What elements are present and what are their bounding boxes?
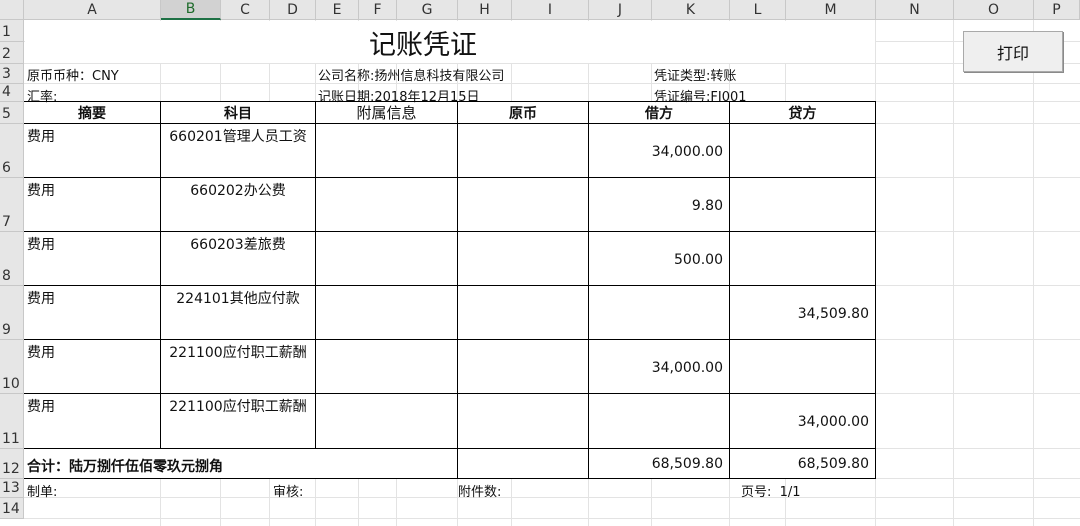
row-header-11[interactable]: 11 xyxy=(0,394,24,449)
header-account: 科目 xyxy=(224,105,252,122)
row1-account[interactable]: 660201管理人员工资 xyxy=(161,126,315,146)
row-header-7[interactable]: 7 xyxy=(0,178,24,232)
attachment-count-label: 附件数: xyxy=(458,485,502,500)
row6-account[interactable]: 221100应付职工薪酬 xyxy=(161,396,315,416)
row-header-13[interactable]: 13 xyxy=(0,479,24,498)
table-border xyxy=(457,101,458,479)
total-label[interactable]: 合计：陆万捌仟伍佰零玖元捌角 xyxy=(27,456,223,476)
row2-summary[interactable]: 费用 xyxy=(27,180,55,200)
row1-debit[interactable]: 34,000.00 xyxy=(589,144,723,160)
header-debit: 借方 xyxy=(645,105,673,122)
row-header-5[interactable]: 5 xyxy=(0,102,24,124)
currency-label: 原币币种：CNY xyxy=(27,69,119,84)
table-border xyxy=(315,101,316,449)
table-border xyxy=(875,101,876,479)
column-header-h[interactable]: H xyxy=(458,0,512,20)
header-summary: 摘要 xyxy=(78,105,106,122)
page-number: 页号: 1/1 xyxy=(741,485,801,500)
row-header-12[interactable]: 12 xyxy=(0,449,24,479)
row-header-6[interactable]: 6 xyxy=(0,124,24,178)
row2-debit[interactable]: 9.80 xyxy=(589,198,723,214)
row3-summary[interactable]: 费用 xyxy=(27,234,55,254)
total-debit[interactable]: 68,509.80 xyxy=(589,456,723,472)
row5-debit[interactable]: 34,000.00 xyxy=(589,360,723,376)
header-credit: 贷方 xyxy=(788,105,817,122)
row4-credit[interactable]: 34,509.80 xyxy=(730,306,869,322)
column-header-p[interactable]: P xyxy=(1034,0,1080,20)
column-header-n[interactable]: N xyxy=(876,0,954,20)
header-attached-info: 附属信息 xyxy=(356,104,417,122)
table-border xyxy=(24,285,876,286)
column-header-a[interactable]: A xyxy=(24,0,161,20)
row4-summary[interactable]: 费用 xyxy=(27,288,55,308)
gridline xyxy=(953,20,954,526)
row3-account[interactable]: 660203差旅费 xyxy=(161,234,315,254)
table-border xyxy=(24,448,876,449)
gridline xyxy=(24,518,1080,519)
row-header-8[interactable]: 8 xyxy=(0,232,24,286)
gridline xyxy=(1033,20,1034,526)
table-border xyxy=(24,177,876,178)
column-header-e[interactable]: E xyxy=(316,0,359,20)
header-original-currency: 原币 xyxy=(509,105,537,122)
row-header-10[interactable]: 10 xyxy=(0,340,24,394)
table-border xyxy=(24,339,876,340)
column-header-k[interactable]: K xyxy=(652,0,730,20)
select-all-corner[interactable] xyxy=(0,0,24,20)
row4-account[interactable]: 224101其他应付款 xyxy=(161,288,315,308)
row3-debit[interactable]: 500.00 xyxy=(589,252,723,268)
row-header-3[interactable]: 3 xyxy=(0,64,24,84)
row6-credit[interactable]: 34,000.00 xyxy=(730,414,869,430)
column-header-f[interactable]: F xyxy=(359,0,397,20)
row5-account[interactable]: 221100应付职工薪酬 xyxy=(161,342,315,362)
table-border xyxy=(24,231,876,232)
column-header-g[interactable]: G xyxy=(397,0,458,20)
voucher-type: 凭证类型:转账 xyxy=(654,69,737,84)
table-border xyxy=(24,393,876,394)
row-header-9[interactable]: 9 xyxy=(0,286,24,340)
company-name: 公司名称:扬州信息科技有限公司 xyxy=(318,69,505,84)
row2-account[interactable]: 660202办公费 xyxy=(161,180,315,200)
row5-summary[interactable]: 费用 xyxy=(27,342,55,362)
voucher-title: 记账凭证 xyxy=(369,30,477,61)
column-header-d[interactable]: D xyxy=(270,0,316,20)
column-header-c[interactable]: C xyxy=(221,0,270,20)
column-header-i[interactable]: I xyxy=(512,0,589,20)
table-border xyxy=(24,123,876,124)
gridline xyxy=(24,83,1080,84)
row-header-4[interactable]: 4 xyxy=(0,84,24,102)
column-header-m[interactable]: M xyxy=(786,0,876,20)
column-header-b[interactable]: B xyxy=(161,0,221,20)
row-header-2[interactable]: 2 xyxy=(0,42,24,64)
gridline xyxy=(24,63,1080,64)
row-header-14[interactable]: 14 xyxy=(0,498,24,519)
total-credit[interactable]: 68,509.80 xyxy=(730,456,869,472)
row1-summary[interactable]: 费用 xyxy=(27,126,55,146)
gridline xyxy=(24,497,1080,498)
prepared-by-label: 制单: xyxy=(27,485,58,500)
column-header-j[interactable]: J xyxy=(589,0,652,20)
column-header-l[interactable]: L xyxy=(730,0,786,20)
table-border xyxy=(24,478,876,479)
column-header-o[interactable]: O xyxy=(954,0,1034,20)
row6-summary[interactable]: 费用 xyxy=(27,396,55,416)
reviewer-label: 审核: xyxy=(273,485,304,500)
row-header-1[interactable]: 1 xyxy=(0,20,24,42)
print-button[interactable]: 打印 xyxy=(963,31,1063,72)
